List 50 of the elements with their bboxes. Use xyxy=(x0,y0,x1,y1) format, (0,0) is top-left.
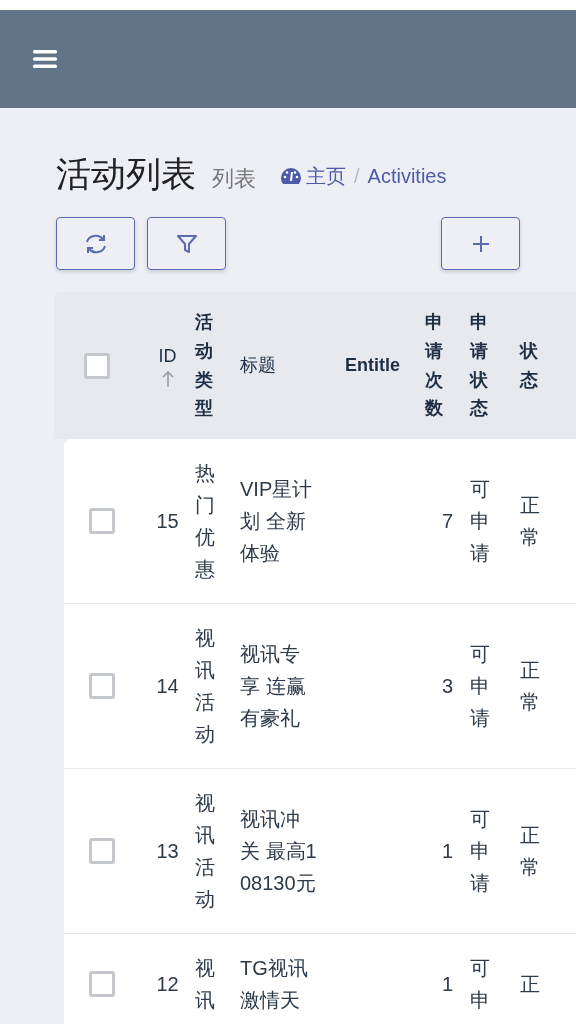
column-header: 标题 xyxy=(240,354,277,378)
table-cell-text: 1 xyxy=(441,972,454,998)
table-cell-text: 可申请 xyxy=(470,477,490,567)
table-cell-text: TG视讯激情天 xyxy=(240,956,309,1014)
table-cell-text: 3 xyxy=(441,674,454,700)
table-cell-text: 14 xyxy=(156,674,179,700)
table-cell-text: 视讯活动 xyxy=(195,791,215,913)
column-header: 活动类型 xyxy=(195,311,213,421)
checkbox[interactable] xyxy=(89,508,115,535)
column-header: 申请状态 xyxy=(470,311,488,421)
table-cell-text: 视讯活动 xyxy=(195,626,215,748)
column-header: 状态 xyxy=(520,339,538,392)
table-cell-text: 热门优惠 xyxy=(195,461,215,583)
plus-icon xyxy=(471,234,490,253)
checkbox[interactable] xyxy=(89,673,115,700)
table-cell-text: 15 xyxy=(156,509,179,535)
filter-button[interactable] xyxy=(147,217,226,270)
table-cell-text: 视讯专享 连赢有豪礼 xyxy=(240,642,307,732)
home-link[interactable]: 主页 xyxy=(306,161,346,191)
column-header: 申请次数 xyxy=(425,311,443,421)
checkbox[interactable] xyxy=(84,352,110,379)
table-cell-text: 7 xyxy=(441,509,454,535)
column-header: Entitle xyxy=(345,354,401,378)
table-cell-text: 可申请 xyxy=(470,642,490,732)
dashboard-icon xyxy=(280,167,302,185)
table-cell-text: 视讯 xyxy=(195,956,215,1014)
menu-icon[interactable] xyxy=(33,49,57,69)
refresh-icon xyxy=(83,232,108,255)
page-subtitle: 列表 xyxy=(212,165,256,193)
column-header: ID xyxy=(158,345,177,369)
table-cell-text: 12 xyxy=(156,972,179,998)
refresh-button[interactable] xyxy=(56,217,135,270)
table-cell-text: 13 xyxy=(156,839,179,865)
table-cell-text: 正 xyxy=(520,972,540,998)
table-cell-text: 1 xyxy=(441,839,454,865)
add-button[interactable] xyxy=(441,217,520,270)
filter-icon xyxy=(175,232,198,255)
sort-arrow-icon[interactable] xyxy=(161,370,174,389)
table-cell-text: 可申请 xyxy=(470,807,490,897)
checkbox[interactable] xyxy=(89,971,115,998)
breadcrumb-item[interactable]: Activities xyxy=(367,161,447,191)
table-cell-text: 视讯冲关 最高108130元 xyxy=(240,807,318,897)
page-title: 活动列表 xyxy=(56,153,196,195)
table-cell-text: 正常 xyxy=(520,493,540,551)
table-cell-text: 正常 xyxy=(520,658,540,716)
checkbox[interactable] xyxy=(89,838,115,865)
table-cell-text: 正常 xyxy=(520,823,540,881)
table-cell-text: VIP星计划 全新体验 xyxy=(240,477,314,567)
breadcrumb-separator: / xyxy=(354,164,360,189)
table-cell-text: 可申 xyxy=(470,956,490,1014)
